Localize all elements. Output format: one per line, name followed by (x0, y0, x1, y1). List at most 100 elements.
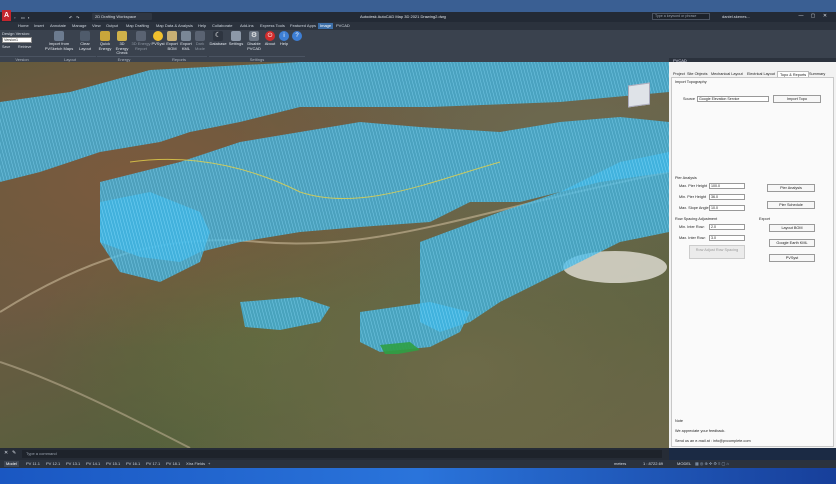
min-pier-input[interactable]: 36.0 (709, 194, 745, 200)
source-label: Source (683, 97, 696, 101)
dark-mode-button[interactable]: Dark Mode (193, 31, 207, 51)
new-icon[interactable]: ▫ (14, 15, 15, 22)
gear-icon: ⚙ (249, 31, 259, 41)
array-block (360, 302, 470, 352)
max-pier-input[interactable]: 100.0 (709, 183, 745, 189)
ribbon-tab-image[interactable]: Image (318, 23, 334, 29)
import-pvsketch-label: Import from PVSketch Maps (44, 41, 74, 51)
dirt-road-line (0, 361, 191, 448)
about-button[interactable]: ⏻ About (263, 31, 277, 47)
layout-tab[interactable]: PV 13.1 (64, 461, 82, 467)
email-text: Send us an e-mail at : info@pvcomplete.c… (675, 439, 751, 443)
max-inter-row-input[interactable]: 3.0 (709, 235, 745, 241)
layout-tab-model[interactable]: Model (4, 461, 19, 467)
retrieve-version-label: Retrieve (18, 45, 32, 49)
close-icon[interactable]: ✕ (820, 12, 830, 20)
array-block (240, 297, 330, 330)
pvsyst-export-button[interactable]: PVSyst (769, 254, 815, 262)
layout-tab[interactable]: PV 18.1 (164, 461, 182, 467)
close-command-icon[interactable]: ✕ (4, 450, 8, 456)
user-name[interactable]: daniel.skenes... (722, 13, 762, 20)
help-question-button[interactable]: ? (291, 31, 303, 42)
layout-tab[interactable]: PV 16.1 (124, 461, 142, 467)
min-inter-row-input[interactable]: 2.0 (709, 224, 745, 230)
ribbon-tab-add-ins[interactable]: Add-ins (238, 23, 256, 29)
source-select[interactable]: Google Elevation Service (697, 96, 769, 102)
layout-tab[interactable]: PV 17.1 (144, 461, 162, 467)
row-spacing-header: Row Spacing Adjustment (675, 217, 718, 221)
export-header: Export (759, 217, 770, 221)
units-select[interactable]: meters (614, 461, 626, 466)
map-viewport[interactable] (0, 62, 669, 448)
3d-energy-check-button[interactable]: 3D Energy Check (113, 31, 131, 56)
ribbon-tab-output[interactable]: Output (104, 23, 120, 29)
import-topo-button[interactable]: Import Topo (773, 95, 821, 103)
export-kml-button[interactable]: Export KML (179, 31, 193, 51)
layout-tab[interactable]: PV 15.1 (104, 461, 122, 467)
save-icon[interactable]: ▪ (28, 15, 29, 22)
viewcube-icon[interactable] (628, 82, 650, 108)
clear-layout-button[interactable]: Clear Layout (74, 31, 96, 51)
ribbon-tab-view[interactable]: View (90, 23, 103, 29)
settings-button[interactable]: Settings (227, 31, 245, 47)
ribbon-tab-map-data-analysis[interactable]: Map Data & Analysis (154, 23, 195, 29)
layout-bom-button[interactable]: Layout BOM (769, 224, 815, 232)
maximize-icon[interactable]: ▢ (808, 12, 818, 20)
import-pvsketch-button[interactable]: Import from PVSketch Maps (44, 31, 74, 51)
info-icon: i (279, 31, 289, 41)
question-icon: ? (292, 31, 302, 41)
pier-analysis-button[interactable]: Pier Analysis (767, 184, 815, 192)
database-button[interactable]: ☾ Database (209, 31, 227, 47)
undo-icon[interactable]: ↶ (69, 15, 72, 22)
export-bom-button[interactable]: Export BOM (165, 31, 179, 51)
power-icon: ⏻ (265, 31, 275, 41)
disable-pvcad-button[interactable]: ⚙ Disable PVCAD (245, 31, 263, 51)
layout-tab[interactable]: PV 11.1 (24, 461, 42, 467)
layout-tab[interactable]: PV 12.1 (44, 461, 62, 467)
pier-analysis-header: Pier Analysis (675, 176, 697, 180)
open-icon[interactable]: ▭ (21, 15, 25, 22)
add-layout-icon[interactable]: + (206, 461, 212, 467)
ribbon-tab-pvcad[interactable]: PVCAD (334, 23, 352, 29)
scale-readout[interactable]: 1 : 8722.69 (643, 461, 663, 466)
chart-icon (117, 31, 127, 41)
quick-energy-button[interactable]: Quick Energy (97, 31, 113, 51)
ribbon-tab-home[interactable]: Home (16, 23, 31, 29)
3d-energy-report-button[interactable]: 3D Energy Report (131, 31, 151, 51)
model-mode-toggle[interactable]: MODEL (677, 461, 691, 466)
status-icons: ▦ ◎ ⊕ ✣ ⚙ ≡ ▢ ⌂ (695, 461, 729, 466)
pvsyst-button[interactable]: PVSyst (151, 31, 165, 47)
max-slope-input[interactable]: 10.0 (709, 205, 745, 211)
pier-schedule-button[interactable]: Pier Schedule (767, 201, 815, 209)
save-version-button[interactable]: Save (2, 45, 10, 49)
layout-tab[interactable]: Xtra Fields (184, 461, 207, 467)
settings-label: Settings (228, 41, 244, 46)
search-input[interactable]: Type a keyword or phrase (652, 13, 710, 20)
adjust-row-spacing-button[interactable]: Row Adjust Row Spacing (689, 245, 745, 259)
quick-energy-label: Quick Energy (98, 41, 112, 51)
ribbon-tab-bar: Home Insert Annotate Manage View Output Map Dr… (0, 22, 836, 30)
ribbon-tab-annotate[interactable]: Annotate (48, 23, 68, 29)
pvcad-panel: Project Site Objects Mechanical Layout E… (669, 62, 836, 448)
ribbon-tab-featured-apps[interactable]: Featured Apps (288, 23, 318, 29)
help-label: Help (279, 41, 289, 46)
clear-layout-label: Clear Layout (78, 41, 91, 51)
ribbon-tab-manage[interactable]: Manage (70, 23, 88, 29)
wrench-icon[interactable]: ✎ (12, 450, 16, 456)
layout-tab[interactable]: PV 14.1 (84, 461, 102, 467)
command-input[interactable]: Type a command (22, 450, 662, 458)
ribbon-tab-express-tools[interactable]: Express Tools (258, 23, 287, 29)
version-select[interactable]: Version1 (2, 37, 32, 43)
ribbon-tab-collaborate[interactable]: Collaborate (210, 23, 234, 29)
ribbon-tab-help[interactable]: Help (196, 23, 208, 29)
minimize-icon[interactable]: — (796, 12, 806, 20)
workspace-selector[interactable]: 2D Drafting Workspace (92, 13, 152, 20)
retrieve-version-button[interactable]: Retrieve (18, 45, 31, 49)
redo-icon[interactable]: ↷ (76, 15, 79, 22)
ribbon-tab-map-drafting[interactable]: Map Drafting (124, 23, 151, 29)
google-earth-kml-button[interactable]: Google Earth KML (769, 239, 815, 247)
disable-pvcad-label: Disable PVCAD (247, 41, 261, 51)
ribbon-tab-insert[interactable]: Insert (32, 23, 46, 29)
app-logo-icon[interactable]: A (2, 10, 11, 21)
help-button[interactable]: i Help (277, 31, 291, 47)
